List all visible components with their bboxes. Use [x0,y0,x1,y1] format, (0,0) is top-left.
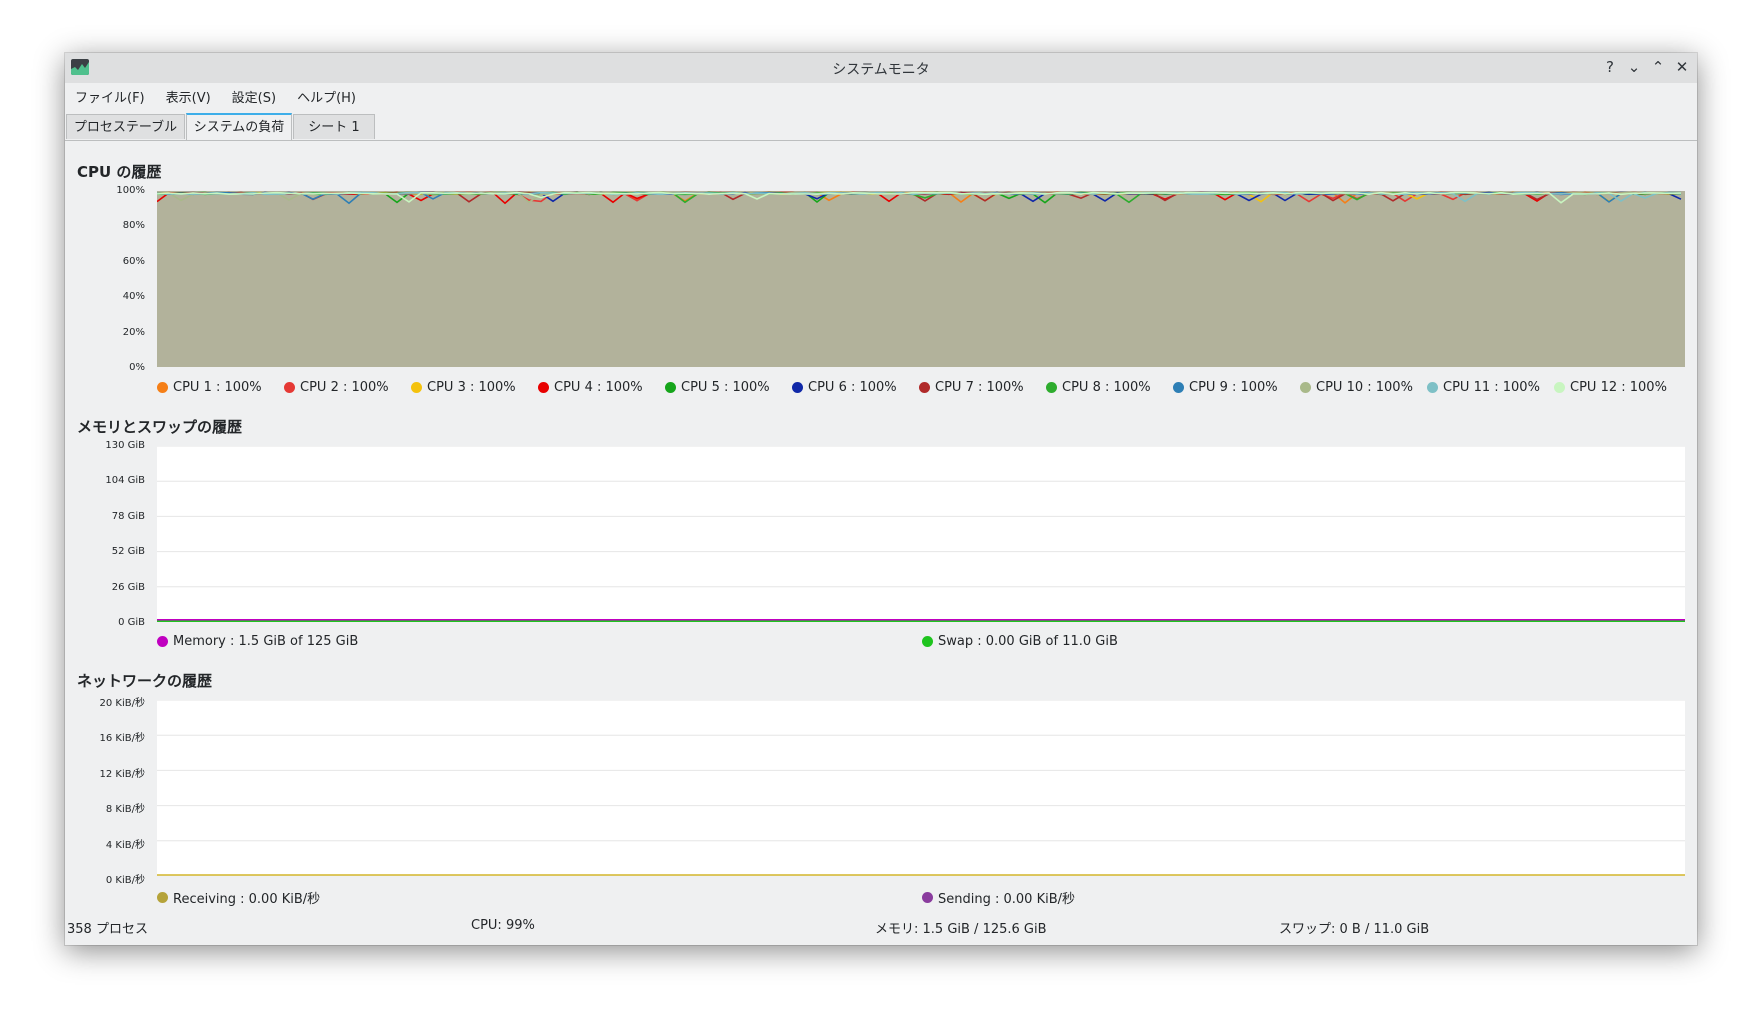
tab-process-table[interactable]: プロセステーブル [66,114,185,139]
network-history-title: ネットワークの履歴 [77,672,213,690]
y-tick: 130 GiB [105,440,145,451]
maximize-button[interactable]: ⌃ [1649,57,1667,77]
tab-system-load[interactable]: システムの負荷 [186,113,292,140]
y-tick: 52 GiB [111,546,145,557]
legend-cpu-12: CPU 12 : 100% [1554,380,1667,395]
y-tick: 20 KiB/秒 [99,698,145,709]
legend-cpu-5: CPU 5 : 100% [665,380,770,395]
legend-label: CPU 6 : 100% [808,380,897,395]
legend-cpu-3: CPU 3 : 100% [411,380,516,395]
legend-label: Receiving : 0.00 KiB/秒 [173,892,321,907]
y-tick: 20% [122,327,145,338]
legend-label: CPU 7 : 100% [935,380,1024,395]
y-tick: 12 KiB/秒 [99,769,145,780]
y-tick: 0% [129,362,145,373]
memory-history-title: メモリとスワップの履歴 [77,418,243,436]
legend-label: CPU 2 : 100% [300,380,389,395]
legend-label: CPU 1 : 100% [173,380,262,395]
status-swap: スワップ: 0 B / 11.0 GiB [1279,922,1430,937]
legend-label: CPU 5 : 100% [681,380,770,395]
legend-label: CPU 12 : 100% [1570,380,1667,395]
cpu-color-swatch [157,382,168,393]
y-tick: 4 KiB/秒 [105,840,145,851]
legend-label: CPU 8 : 100% [1062,380,1151,395]
system-monitor-window: システムモニタ ? ⌄ ⌃ ✕ ファイル(F) 表示(V) 設定(S) ヘルプ(… [65,53,1697,945]
y-tick: 0 GiB [118,617,145,628]
y-tick: 60% [122,256,145,267]
network-history-plot [157,700,1685,876]
legend-label: Swap : 0.00 GiB of 11.0 GiB [938,634,1118,649]
legend-cpu-6: CPU 6 : 100% [792,380,897,395]
y-tick: 0 KiB/秒 [105,875,145,886]
legend-cpu-2: CPU 2 : 100% [284,380,389,395]
legend-swap: Swap : 0.00 GiB of 11.0 GiB [922,634,1118,649]
cpu-color-swatch [665,382,676,393]
cpu-color-swatch [1300,382,1311,393]
legend-cpu-9: CPU 9 : 100% [1173,380,1278,395]
memory-color-swatch [157,636,168,647]
legend-label: CPU 4 : 100% [554,380,643,395]
cpu-color-swatch [1427,382,1438,393]
cpu-color-swatch [792,382,803,393]
cpu-history-plot [157,191,1685,367]
status-cpu: CPU: 99% [471,918,535,933]
y-tick: 100% [116,185,145,196]
legend-label: Memory : 1.5 GiB of 125 GiB [173,634,359,649]
help-button[interactable]: ? [1601,57,1619,77]
receiving-color-swatch [157,892,168,903]
close-button[interactable]: ✕ [1673,57,1691,77]
y-tick: 104 GiB [105,475,145,486]
legend-cpu-8: CPU 8 : 100% [1046,380,1151,395]
cpu-color-swatch [538,382,549,393]
cpu-color-swatch [1046,382,1057,393]
menu-file[interactable]: ファイル(F) [75,83,155,107]
cpu-color-swatch [411,382,422,393]
legend-receiving: Receiving : 0.00 KiB/秒 [157,888,320,907]
legend-label: CPU 10 : 100% [1316,380,1413,395]
legend-label: CPU 9 : 100% [1189,380,1278,395]
y-tick: 80% [122,220,145,231]
window-title: システムモニタ [832,62,930,78]
legend-cpu-11: CPU 11 : 100% [1427,380,1540,395]
legend-label: Sending : 0.00 KiB/秒 [938,892,1076,907]
cpu-color-swatch [284,382,295,393]
y-tick: 26 GiB [111,582,145,593]
sending-color-swatch [922,892,933,903]
cpu-color-swatch [1554,382,1565,393]
legend-cpu-7: CPU 7 : 100% [919,380,1024,395]
status-processes: 358 プロセス [67,922,148,937]
legend-label: CPU 3 : 100% [427,380,516,395]
y-tick: 16 KiB/秒 [99,733,145,744]
swap-color-swatch [922,636,933,647]
y-tick: 40% [122,291,145,302]
legend-memory: Memory : 1.5 GiB of 125 GiB [157,634,358,649]
status-memory: メモリ: 1.5 GiB / 125.6 GiB [875,922,1047,937]
cpu-color-swatch [919,382,930,393]
legend-cpu-10: CPU 10 : 100% [1300,380,1413,395]
menu-view[interactable]: 表示(V) [166,83,221,107]
menu-help[interactable]: ヘルプ(H) [297,83,366,107]
title-bar[interactable]: システムモニタ ? ⌄ ⌃ ✕ [65,53,1697,83]
y-tick: 78 GiB [111,511,145,522]
memory-history-plot [157,446,1685,622]
tab-sheet-1[interactable]: シート 1 [293,114,375,139]
menu-settings[interactable]: 設定(S) [232,83,286,107]
legend-cpu-1: CPU 1 : 100% [157,380,262,395]
menu-bar: ファイル(F) 表示(V) 設定(S) ヘルプ(H) [65,83,1697,107]
y-tick: 8 KiB/秒 [105,804,145,815]
cpu-history-title: CPU の履歴 [77,163,162,181]
legend-sending: Sending : 0.00 KiB/秒 [922,888,1075,907]
cpu-color-swatch [1173,382,1184,393]
minimize-button[interactable]: ⌄ [1625,57,1643,77]
legend-cpu-4: CPU 4 : 100% [538,380,643,395]
tab-bar: プロセステーブル システムの負荷 シート 1 [65,113,1697,141]
legend-label: CPU 11 : 100% [1443,380,1540,395]
cpu-total-area [157,191,1685,367]
